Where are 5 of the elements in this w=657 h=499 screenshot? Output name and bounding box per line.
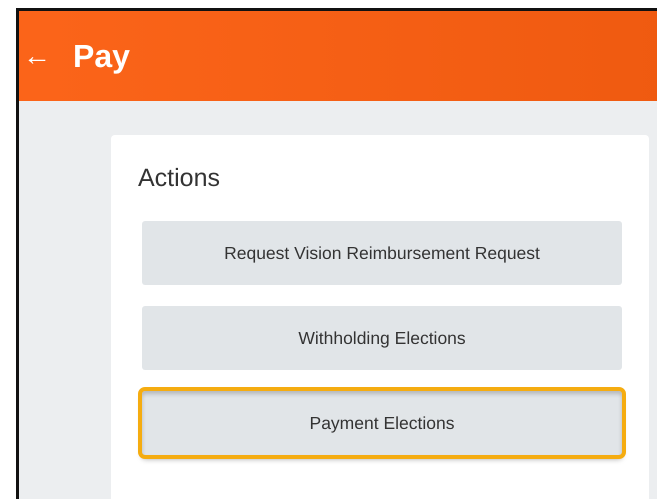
action-button[interactable]: Request Vision Reimbursement Request (142, 221, 622, 285)
action-button[interactable]: Payment Elections (142, 391, 622, 455)
action-button[interactable]: Withholding Elections (142, 306, 622, 370)
section-heading: Actions (138, 163, 221, 193)
page-title: Pay (73, 36, 130, 76)
